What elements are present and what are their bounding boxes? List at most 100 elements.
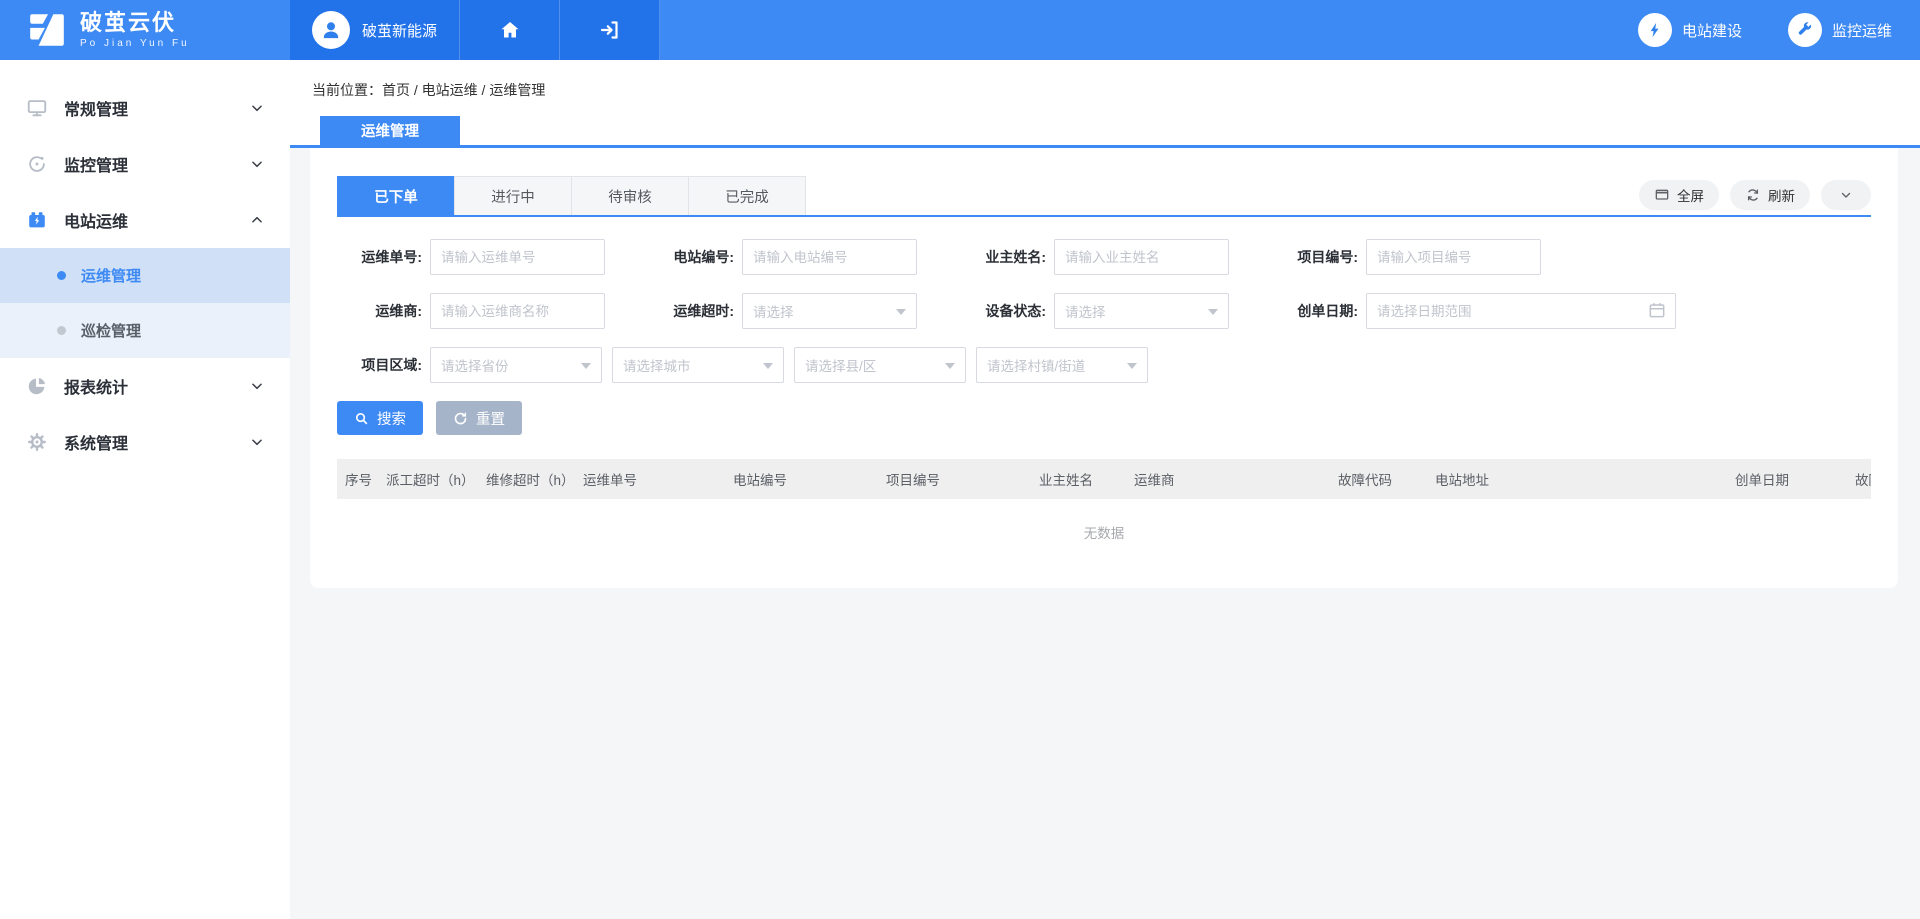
fullscreen-label: 全屏 — [1677, 185, 1704, 205]
submenu-station-ops: 运维管理 巡检管理 — [0, 248, 290, 358]
sidebar-item-station-ops[interactable]: 电站运维 — [0, 192, 290, 248]
town-select[interactable]: 请选择村镇/街道 — [976, 347, 1148, 383]
breadcrumb-prefix: 当前位置： — [312, 82, 382, 98]
bullet-dot-icon — [57, 326, 66, 335]
breadcrumb-zone: 当前位置：首页 / 电站运维 / 运维管理 运维管理 — [290, 60, 1920, 145]
monitor-icon — [25, 96, 49, 120]
select-placeholder: 请选择 — [1065, 301, 1106, 321]
county-select[interactable]: 请选择县/区 — [794, 347, 966, 383]
brand-logo: 破茧云伏 Po Jian Yun Fu — [0, 0, 290, 60]
sidebar-item-general-mgmt[interactable]: 常规管理 — [0, 80, 290, 136]
sidebar-item-label: 监控管理 — [64, 152, 128, 176]
province-select[interactable]: 请选择省份 — [430, 347, 602, 383]
order-status-tabbar: 已下单 进行中 待审核 已完成 全屏 — [337, 176, 1871, 217]
sidebar-item-label: 常规管理 — [64, 96, 128, 120]
refresh-icon — [1745, 187, 1761, 203]
top-header: 破茧云伏 Po Jian Yun Fu 破茧新能源 — [0, 0, 1920, 60]
dropdown-caret-icon — [945, 363, 955, 369]
empty-state-text: 无数据 — [337, 522, 1871, 542]
city-select[interactable]: 请选择城市 — [612, 347, 784, 383]
search-button[interactable]: 搜索 — [337, 401, 423, 435]
collapse-panel-button[interactable] — [1821, 180, 1871, 210]
user-avatar-icon — [312, 11, 350, 49]
home-icon — [498, 18, 522, 42]
chevron-up-icon — [250, 213, 264, 227]
col-owner-name: 业主姓名 — [1039, 469, 1134, 489]
reset-label: 重置 — [476, 408, 505, 429]
page-tab-ops-mgmt[interactable]: 运维管理 — [320, 116, 460, 145]
gear-icon — [25, 430, 49, 454]
tab-completed[interactable]: 已完成 — [688, 176, 806, 215]
reset-icon — [453, 411, 468, 426]
table-header-row: 序号 派工超时（h） 维修超时（h） 运维单号 电站编号 项目编号 业主姓名 运… — [337, 459, 1871, 499]
create-date-label: 创单日期: — [1273, 301, 1358, 321]
dropdown-caret-icon — [1127, 363, 1137, 369]
ops-timeout-select[interactable]: 请选择 — [742, 293, 917, 329]
dropdown-caret-icon — [896, 309, 906, 315]
col-fault-truncated: 故障 — [1855, 469, 1871, 489]
select-placeholder: 请选择城市 — [623, 355, 691, 375]
col-station-no: 电站编号 — [733, 469, 886, 489]
col-project-no: 项目编号 — [886, 469, 1039, 489]
ops-order-no-label: 运维单号: — [337, 247, 422, 267]
col-dispatch-timeout: 派工超时（h） — [386, 469, 486, 489]
tab-in-progress[interactable]: 进行中 — [454, 176, 572, 215]
sidebar-subitem-label: 运维管理 — [81, 265, 141, 286]
owner-name-input[interactable] — [1054, 239, 1229, 275]
dropdown-caret-icon — [1208, 309, 1218, 315]
ops-vendor-input[interactable] — [430, 293, 605, 329]
power-station-icon — [25, 208, 49, 232]
station-no-input[interactable] — [742, 239, 917, 275]
ops-vendor-label: 运维商: — [337, 301, 422, 321]
content-zone: 已下单 进行中 待审核 已完成 全屏 — [290, 148, 1920, 919]
device-status-select[interactable]: 请选择 — [1054, 293, 1229, 329]
refresh-button[interactable]: 刷新 — [1730, 180, 1810, 210]
quick-link-label: 电站建设 — [1682, 20, 1742, 41]
col-repair-timeout: 维修超时（h） — [486, 469, 583, 489]
brand-subtitle: Po Jian Yun Fu — [80, 38, 190, 49]
sidebar-subitem-label: 巡检管理 — [81, 320, 141, 341]
filter-form: 运维单号: 电站编号: 业主姓名: 项目编号: — [337, 217, 1871, 383]
home-button[interactable] — [460, 0, 560, 60]
user-menu[interactable]: 破茧新能源 — [290, 0, 460, 60]
reset-button[interactable]: 重置 — [436, 401, 522, 435]
select-placeholder: 请选择县/区 — [805, 355, 876, 375]
owner-name-label: 业主姓名: — [961, 247, 1046, 267]
fullscreen-icon — [1654, 187, 1670, 203]
refresh-label: 刷新 — [1768, 185, 1795, 205]
sidebar-item-report-stats[interactable]: 报表统计 — [0, 358, 290, 414]
quick-link-station-build[interactable]: 电站建设 — [1638, 0, 1742, 60]
chevron-down-icon — [250, 101, 264, 115]
sidebar-item-monitor-mgmt[interactable]: 监控管理 — [0, 136, 290, 192]
select-placeholder: 请选择村镇/街道 — [987, 355, 1085, 375]
dropdown-caret-icon — [763, 363, 773, 369]
search-label: 搜索 — [377, 408, 406, 429]
login-exit-button[interactable] — [560, 0, 660, 60]
network-icon — [25, 152, 49, 176]
col-seq: 序号 — [345, 469, 386, 489]
lightning-icon — [1638, 13, 1672, 47]
sidebar-item-system-mgmt[interactable]: 系统管理 — [0, 414, 290, 470]
sidebar-item-inspection-mgmt[interactable]: 巡检管理 — [0, 303, 290, 358]
search-icon — [354, 411, 369, 426]
tab-pending-review[interactable]: 待审核 — [571, 176, 689, 215]
user-name: 破茧新能源 — [362, 20, 437, 41]
content-card: 已下单 进行中 待审核 已完成 全屏 — [310, 148, 1898, 588]
project-no-input[interactable] — [1366, 239, 1541, 275]
ops-order-no-input[interactable] — [430, 239, 605, 275]
quick-link-monitor-ops[interactable]: 监控运维 — [1788, 0, 1892, 60]
breadcrumb: 当前位置：首页 / 电站运维 / 运维管理 — [290, 60, 1920, 100]
fullscreen-button[interactable]: 全屏 — [1639, 180, 1719, 210]
breadcrumb-path: 首页 / 电站运维 / 运维管理 — [382, 82, 545, 98]
sidebar-item-label: 报表统计 — [64, 374, 128, 398]
project-region-label: 项目区域: — [337, 355, 422, 375]
dropdown-caret-icon — [581, 363, 591, 369]
device-status-label: 设备状态: — [961, 301, 1046, 321]
col-station-address: 电站地址 — [1435, 469, 1735, 489]
sidebar-item-label: 电站运维 — [64, 208, 128, 232]
select-placeholder: 请选择省份 — [441, 355, 509, 375]
col-ops-vendor: 运维商 — [1134, 469, 1338, 489]
create-date-range-input[interactable] — [1366, 293, 1676, 329]
tab-ordered[interactable]: 已下单 — [337, 176, 455, 215]
sidebar-item-ops-mgmt[interactable]: 运维管理 — [0, 248, 290, 303]
